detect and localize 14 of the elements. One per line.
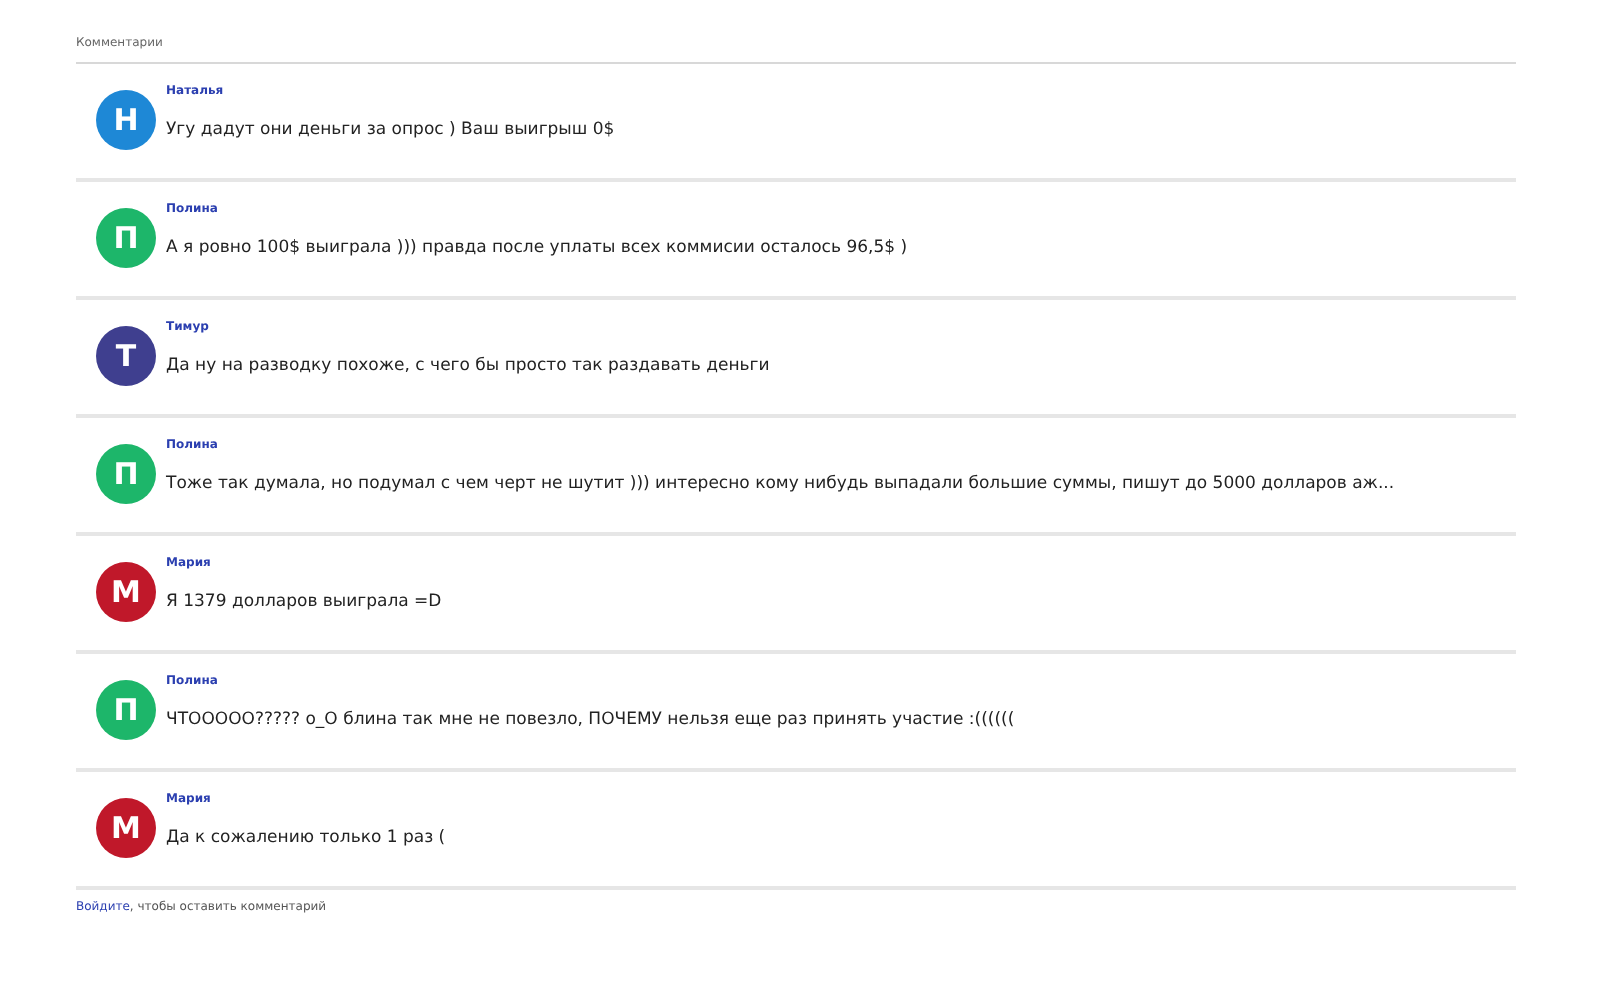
comment-text: Да к сожалению только 1 раз ( [166, 826, 446, 850]
avatar: М [96, 562, 156, 622]
comment-text: Тоже так думала, но подумал с чем черт не шутит ))) интересно кому нибудь выпадали большие суммы, пишут до 5000 долларов аж... [166, 472, 1395, 496]
avatar: П [96, 444, 156, 504]
avatar: П [96, 208, 156, 268]
avatar: Т [96, 326, 156, 386]
comment-text: ЧТООООО????? o_O блина так мне не повезло, ПОЧЕМУ нельзя еще раз принять участие :(((((( [166, 708, 1015, 732]
avatar: М [96, 798, 156, 858]
comment-text: А я ровно 100$ выиграла ))) правда после уплаты всех коммисии осталось 96,5$ ) [166, 236, 908, 260]
comment-text: Я 1379 долларов выиграла =D [166, 590, 442, 614]
avatar: Н [96, 90, 156, 150]
comment-text: Да ну на разводку похоже, с чего бы просто так раздавать деньги [166, 354, 770, 378]
comment-text: Угу дадут они деньги за опрос ) Ваш выигрыш 0$ [166, 118, 615, 142]
avatar: П [96, 680, 156, 740]
